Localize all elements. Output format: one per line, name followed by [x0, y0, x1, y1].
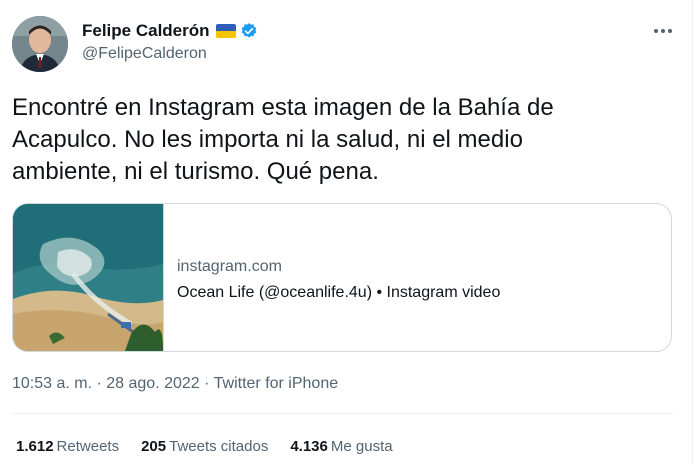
user-handle[interactable]: @FelipeCalderon — [82, 45, 258, 63]
divider — [12, 413, 674, 414]
column-border — [692, 0, 693, 464]
likes-label: Me gusta — [330, 438, 393, 455]
engagement-stats: 1.612 Retweets 205 Tweets citados 4.136 Me … — [16, 438, 393, 455]
retweets-stat[interactable]: 1.612 Retweets — [16, 438, 119, 455]
verified-badge-icon — [240, 22, 258, 40]
more-horizontal-icon[interactable] — [652, 24, 674, 38]
link-card[interactable]: instagram.com Ocean Life (@oceanlife.4u)… — [12, 203, 672, 352]
card-thumbnail[interactable] — [13, 204, 164, 351]
tweet-metadata: 10:53 a. m. · 28 ago. 2022 · Twitter for… — [12, 375, 338, 393]
tweet-header: Felipe Calderón @FelipeCalderon — [12, 14, 680, 74]
retweets-count: 1.612 — [16, 438, 54, 455]
tweet-date[interactable]: 28 ago. 2022 — [106, 375, 199, 392]
display-name[interactable]: Felipe Calderón — [82, 21, 210, 41]
ukraine-flag-icon — [215, 24, 236, 38]
meta-separator: · — [199, 375, 214, 392]
avatar[interactable] — [12, 16, 68, 72]
card-title[interactable]: Ocean Life (@oceanlife.4u) • Instagram v… — [177, 284, 500, 302]
card-domain[interactable]: instagram.com — [177, 258, 500, 276]
quotes-count: 205 — [141, 438, 167, 455]
tweet-time[interactable]: 10:53 a. m. — [12, 375, 92, 392]
tweet-text: Encontré en Instagram esta imagen de la … — [12, 94, 554, 185]
meta-separator: · — [92, 375, 107, 392]
quotes-label: Tweets citados — [169, 438, 269, 455]
retweets-label: Retweets — [56, 438, 120, 455]
likes-stat[interactable]: 4.136 Me gusta — [290, 438, 392, 455]
tweet-source[interactable]: Twitter for iPhone — [214, 375, 339, 392]
quotes-stat[interactable]: 205 Tweets citados — [141, 438, 268, 455]
likes-count: 4.136 — [290, 438, 328, 455]
